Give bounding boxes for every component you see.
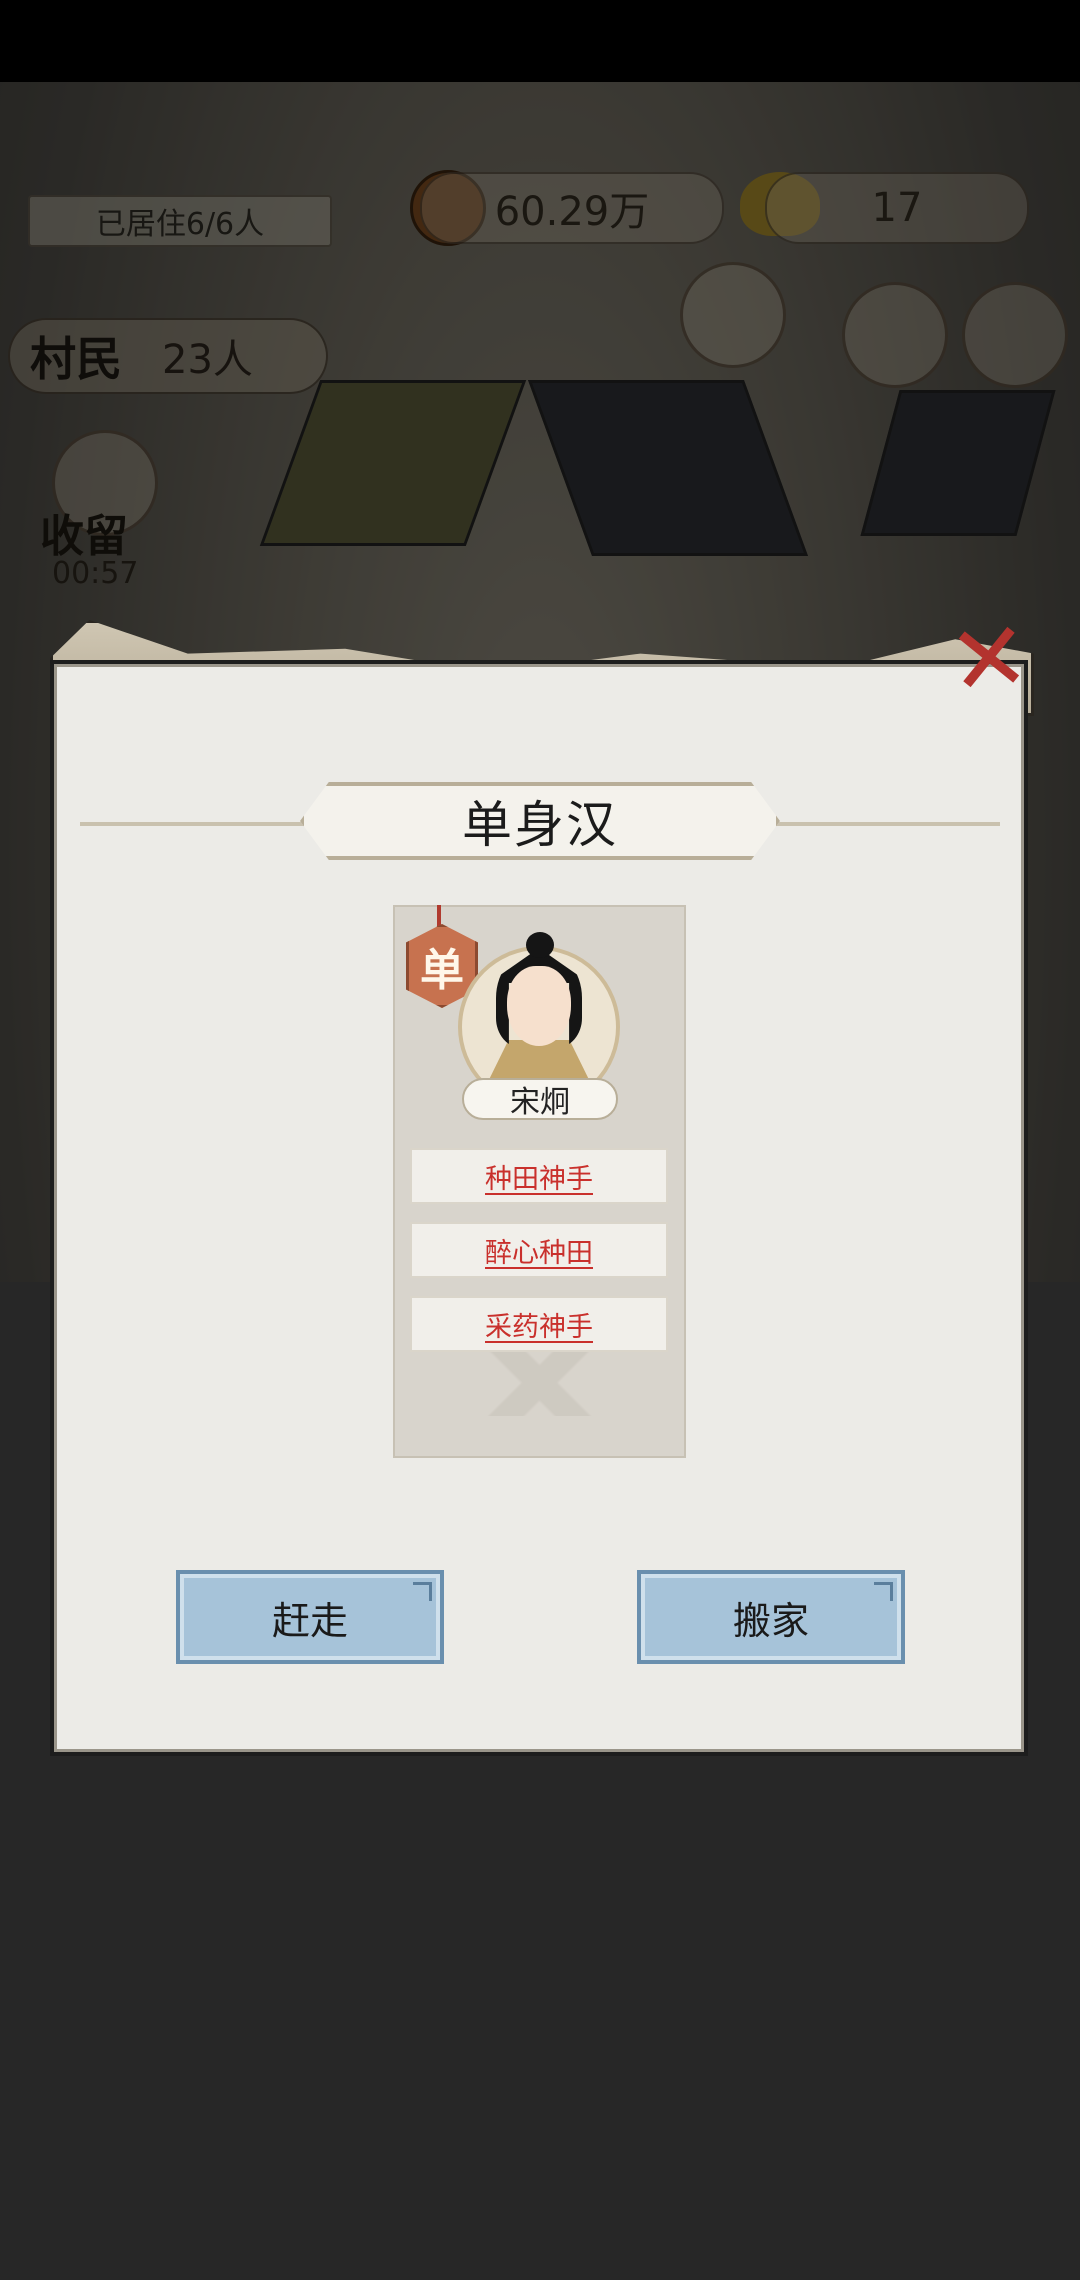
evict-button[interactable]: 赶走	[176, 1570, 444, 1664]
mountain-decoration	[395, 1346, 684, 1416]
trait-2-label: 醉心种田	[485, 1237, 593, 1269]
evict-button-label: 赶走	[271, 1598, 348, 1643]
move-house-button[interactable]: 搬家	[637, 1570, 905, 1664]
button-corner-decoration	[413, 1582, 432, 1601]
trait-1-label: 种田神手	[485, 1163, 593, 1195]
trait-3[interactable]: 采药神手	[410, 1296, 668, 1352]
close-icon: ✕	[943, 599, 1035, 719]
trait-1[interactable]: 种田神手	[410, 1148, 668, 1204]
title-rule-left	[80, 822, 310, 826]
trait-2[interactable]: 醉心种田	[410, 1222, 668, 1278]
trait-3-label: 采药神手	[485, 1311, 593, 1343]
move-house-button-label: 搬家	[732, 1598, 809, 1643]
button-corner-decoration	[874, 1582, 893, 1601]
dialog-title: 单身汉	[462, 796, 618, 854]
villager-name: 宋炯	[510, 1085, 570, 1120]
portrait-hair-bun	[526, 932, 554, 958]
status-bar	[0, 0, 1080, 82]
villager-portrait	[507, 966, 571, 1046]
title-banner: 单身汉	[300, 782, 780, 860]
title-rule-right	[770, 822, 1000, 826]
name-plate: 宋炯	[462, 1078, 618, 1120]
status-tag-text: 单	[420, 945, 464, 996]
close-button[interactable]: ✕	[943, 599, 1035, 719]
